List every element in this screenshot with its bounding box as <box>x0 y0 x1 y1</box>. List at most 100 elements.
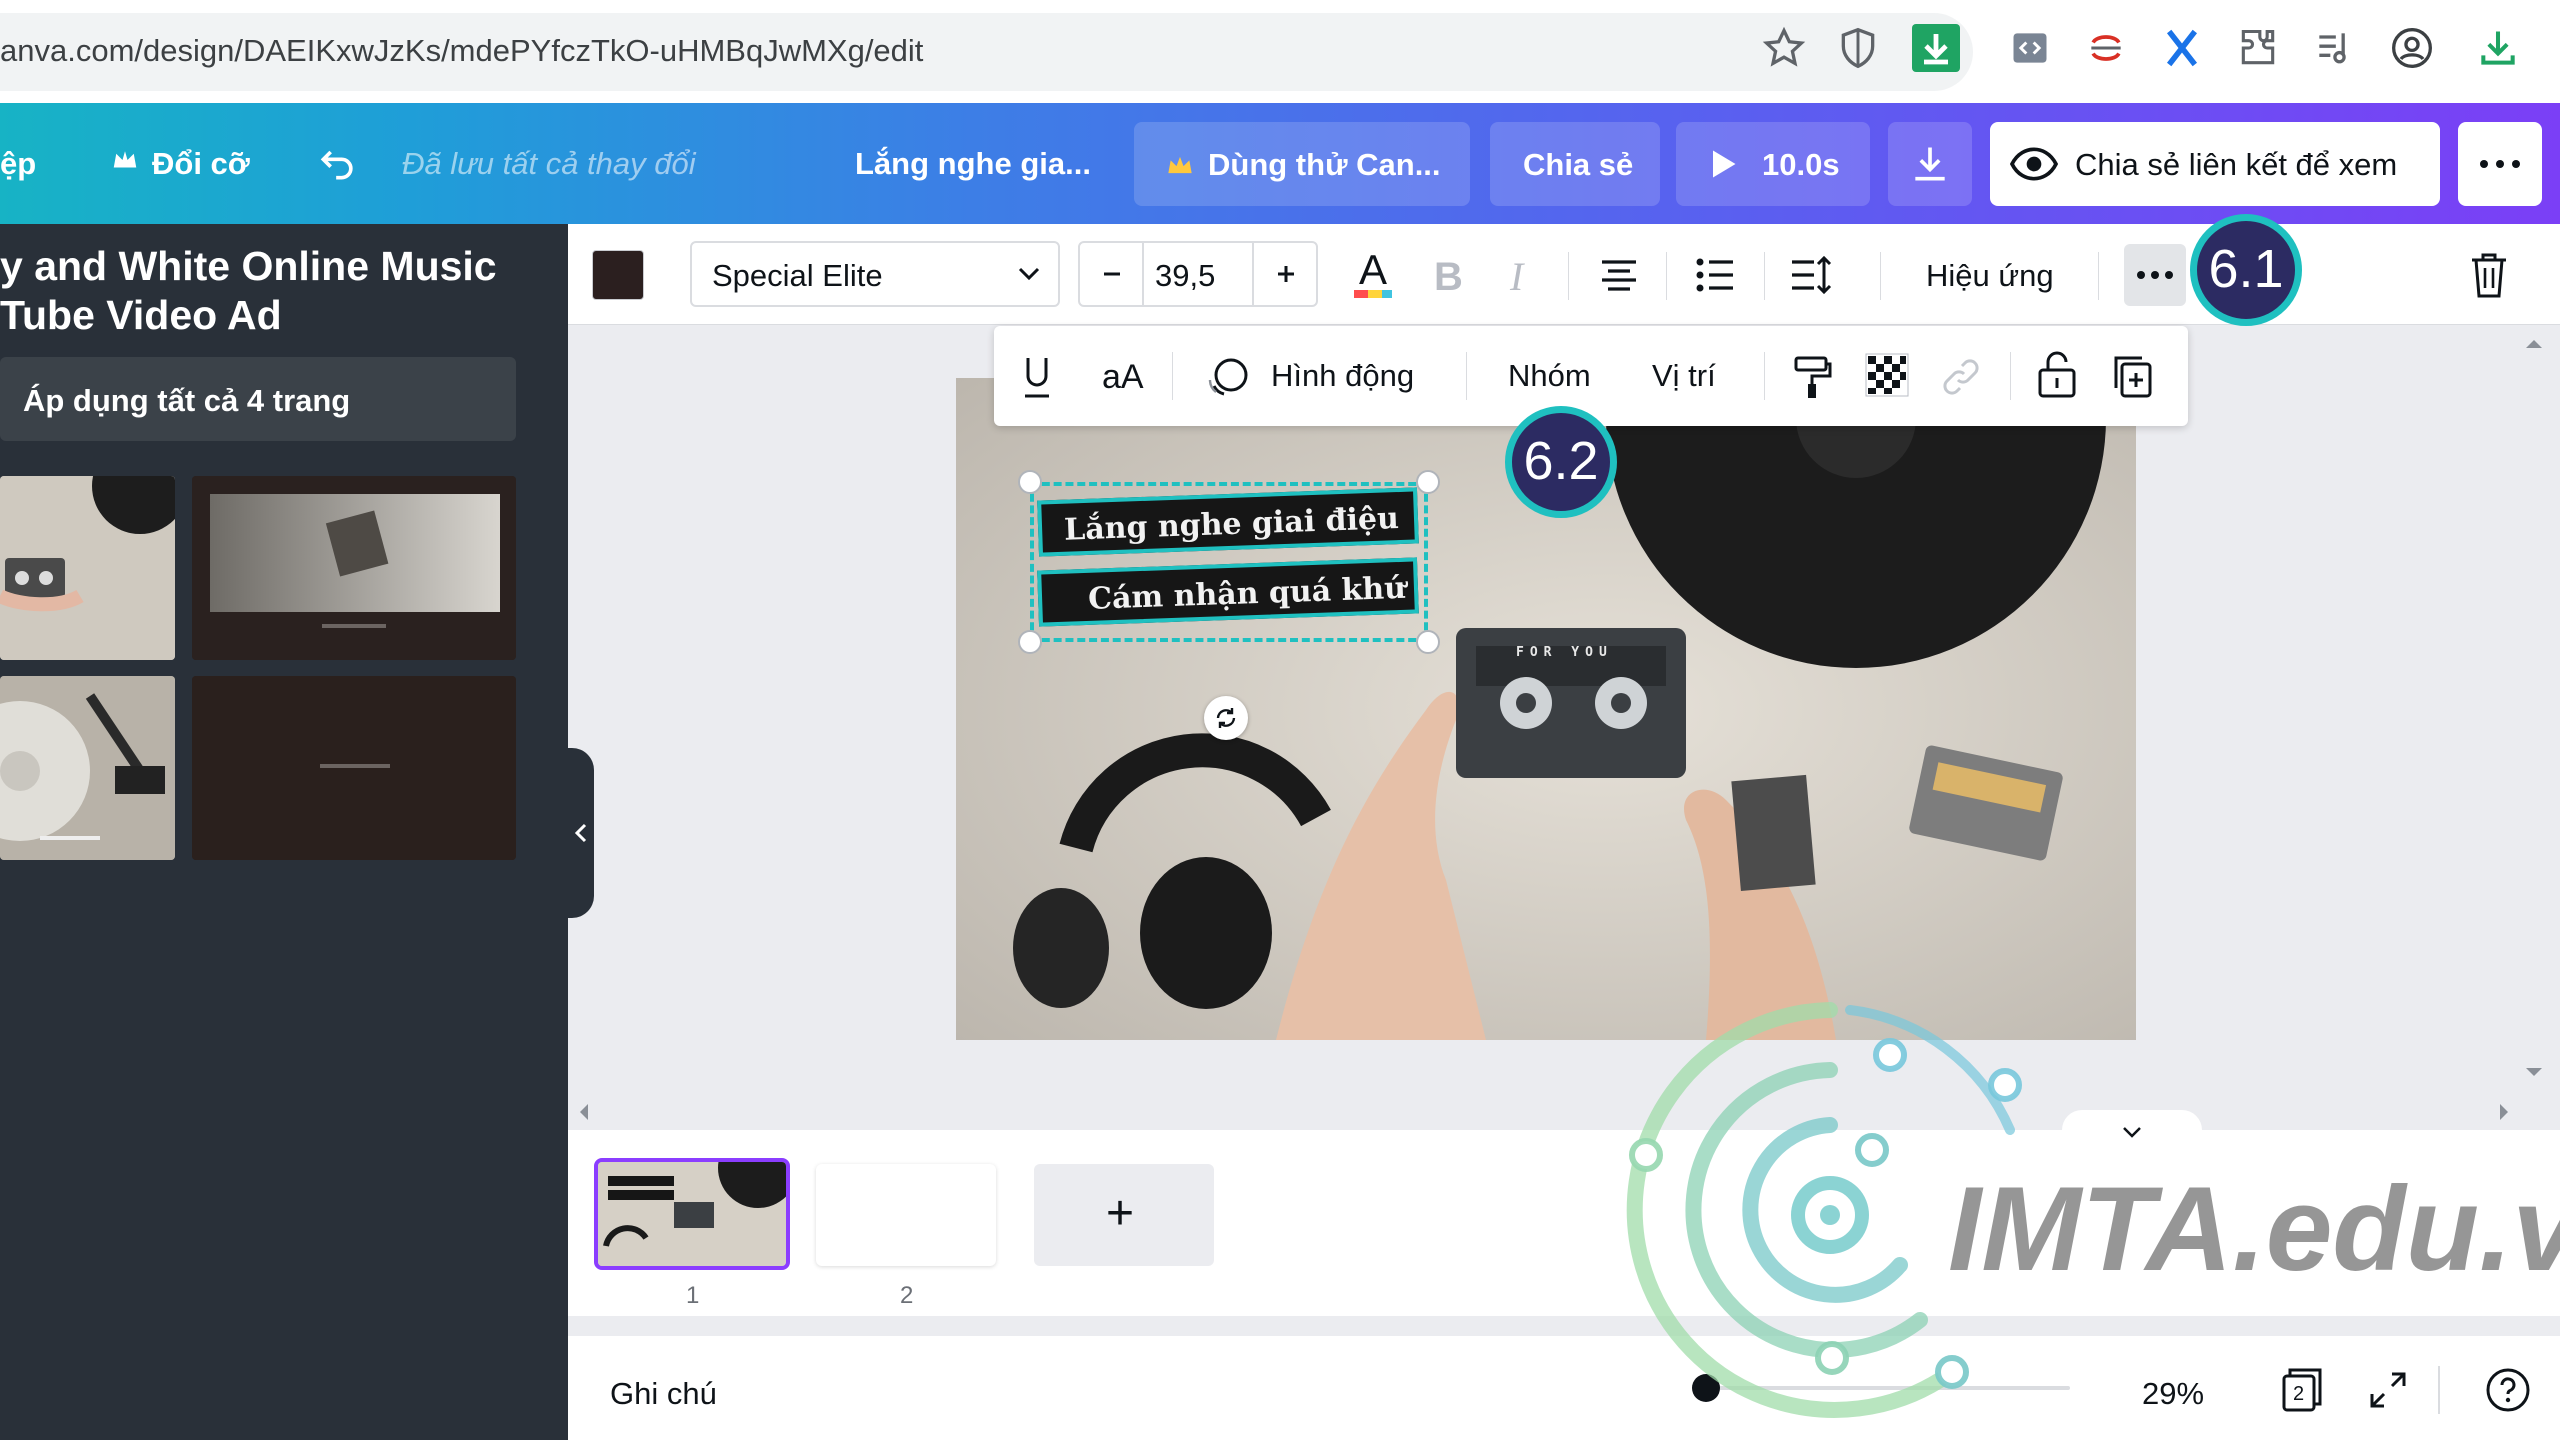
download-button[interactable] <box>1888 122 1972 206</box>
copy-style-icon[interactable] <box>1790 352 1836 402</box>
fullscreen-icon[interactable] <box>2366 1368 2410 1412</box>
unlock-icon[interactable] <box>2034 350 2080 400</box>
screen-capture-extension-icon[interactable] <box>2084 26 2128 70</box>
apply-all-label: Áp dụng tất cả 4 trang <box>23 383 351 418</box>
present-button[interactable]: 10.0s <box>1676 122 1870 206</box>
line-spacing-icon[interactable] <box>1788 252 1834 298</box>
download-icon <box>1908 142 1952 186</box>
font-size-stepper: 39,5 <box>1078 241 1318 307</box>
share-button[interactable]: Chia sẻ <box>1490 122 1660 206</box>
group-button[interactable]: Nhóm <box>1508 358 1591 394</box>
crown-icon <box>1166 152 1194 178</box>
save-status: Đã lưu tất cả thay đổi <box>402 146 696 181</box>
page-count-icon[interactable]: 2 <box>2278 1366 2326 1414</box>
duplicate-icon[interactable] <box>2108 352 2154 400</box>
resize-handle[interactable] <box>1416 630 1440 654</box>
letter-case-button[interactable]: aA <box>1102 358 1144 397</box>
transparency-icon[interactable] <box>1864 352 1910 398</box>
x-extension-icon[interactable] <box>2160 26 2204 70</box>
animate-button[interactable]: Hình động <box>1271 358 1414 394</box>
underline-icon[interactable] <box>1020 354 1054 400</box>
template-page-thumbnail[interactable] <box>192 676 516 860</box>
link-icon[interactable] <box>1938 354 1984 400</box>
template-panel: y and White Online Music Tube Video Ad Á… <box>0 224 568 1440</box>
more-options-popover: aA Hình động Nhóm Vị trí <box>994 326 2188 426</box>
cassette-label: FOR YOU <box>1516 645 1613 660</box>
bulleted-list-icon[interactable] <box>1692 252 1738 298</box>
rotate-handle[interactable] <box>1204 696 1248 740</box>
try-pro-button[interactable]: Dùng thử Can... <box>1134 122 1470 206</box>
toolbar-divider <box>2010 352 2011 400</box>
try-pro-label: Dùng thử Can... <box>1208 147 1441 182</box>
code-extension-icon[interactable] <box>2008 26 2052 70</box>
animate-icon[interactable] <box>1206 354 1252 400</box>
resize-handle[interactable] <box>1018 630 1042 654</box>
toolbar-divider <box>1568 252 1569 300</box>
toolbar-divider <box>1666 252 1667 300</box>
trash-icon[interactable] <box>2466 250 2512 300</box>
toolbar-divider <box>1880 252 1881 300</box>
zoom-level[interactable]: 29% <box>2142 1376 2204 1412</box>
scroll-left-arrow[interactable] <box>576 1100 592 1124</box>
page-thumbnail-1[interactable] <box>594 1158 790 1270</box>
effects-button[interactable]: Hiệu ứng <box>1926 258 2054 294</box>
svg-text:B: B <box>1434 255 1463 299</box>
expand-pages-tab[interactable] <box>2062 1110 2202 1150</box>
text-color-swatch[interactable] <box>592 250 644 300</box>
browser-download-icon[interactable] <box>2476 26 2520 70</box>
position-button[interactable]: Vị trí <box>1652 358 1716 394</box>
download-extension-icon[interactable] <box>1912 24 1960 72</box>
crown-icon <box>110 145 144 179</box>
font-size-value[interactable]: 39,5 <box>1155 258 1215 294</box>
text-color-icon[interactable]: A <box>1346 244 1400 306</box>
scroll-down-arrow[interactable] <box>2522 1064 2546 1080</box>
resize-handle[interactable] <box>1416 470 1440 494</box>
more-text-options-button[interactable] <box>2124 244 2186 306</box>
undo-icon[interactable] <box>316 141 360 185</box>
bookmark-star-icon[interactable] <box>1762 26 1806 70</box>
apply-all-pages-button[interactable]: Áp dụng tất cả 4 trang <box>0 357 516 441</box>
toolbar-divider <box>1764 352 1765 400</box>
resize-handle[interactable] <box>1018 470 1042 494</box>
shield-extension-icon[interactable] <box>1836 26 1880 70</box>
template-page-thumbnail[interactable] <box>192 476 516 660</box>
more-dots-icon <box>2478 154 2522 174</box>
chevron-down-icon <box>2123 1127 2141 1138</box>
collapse-panel-button[interactable] <box>568 748 594 918</box>
page-count-value: 2 <box>2293 1383 2305 1405</box>
template-page-thumbnail[interactable] <box>0 476 175 660</box>
share-label: Chia sẻ <box>1523 147 1634 182</box>
template-title: y and White Online Music Tube Video Ad <box>0 243 497 338</box>
footer-divider <box>2438 1366 2440 1414</box>
annotation-badge-6-1: 6.1 <box>2190 214 2302 326</box>
scroll-right-arrow[interactable] <box>2496 1100 2512 1124</box>
toolbar-divider <box>1466 352 1467 400</box>
reading-list-icon[interactable] <box>2312 26 2356 70</box>
decrease-font-size-button[interactable] <box>1080 243 1144 305</box>
more-options-button[interactable] <box>2458 122 2542 206</box>
extensions-puzzle-icon[interactable] <box>2236 26 2280 70</box>
add-page-button[interactable]: + <box>1034 1164 1214 1266</box>
scroll-up-arrow[interactable] <box>2522 336 2546 352</box>
increase-font-size-button[interactable] <box>1252 243 1316 305</box>
page-number-2: 2 <box>900 1282 914 1309</box>
font-family-dropdown[interactable]: Special Elite <box>690 241 1060 307</box>
help-icon[interactable] <box>2484 1366 2532 1414</box>
annotation-badge-6-2: 6.2 <box>1505 406 1617 518</box>
design-title[interactable]: Lắng nghe gia... <box>855 146 1091 182</box>
share-view-link-button[interactable]: Chia sẻ liên kết để xem <box>1990 122 2440 206</box>
align-center-icon[interactable] <box>1596 252 1642 298</box>
profile-avatar-icon[interactable] <box>2390 26 2434 70</box>
watermark-text: IMTA.edu.vn <box>1948 1162 2560 1296</box>
home-link-partial[interactable]: ệp <box>0 146 36 182</box>
present-duration: 10.0s <box>1762 147 1840 182</box>
template-page-thumbnail[interactable] <box>0 676 175 860</box>
italic-icon[interactable]: I <box>1500 248 1544 302</box>
text-line-1: Lắng nghe giai điệu <box>1063 501 1400 548</box>
resize-button[interactable]: Đổi cỡ <box>152 146 250 182</box>
page-thumbnail-2[interactable] <box>816 1164 996 1266</box>
bold-icon[interactable]: B <box>1428 248 1472 302</box>
toolbar-divider <box>2098 252 2099 300</box>
address-bar[interactable]: anva.com/design/DAEIKxwJzKs/mdePYfczTkO-… <box>0 13 1973 91</box>
notes-button[interactable]: Ghi chú <box>610 1376 717 1412</box>
